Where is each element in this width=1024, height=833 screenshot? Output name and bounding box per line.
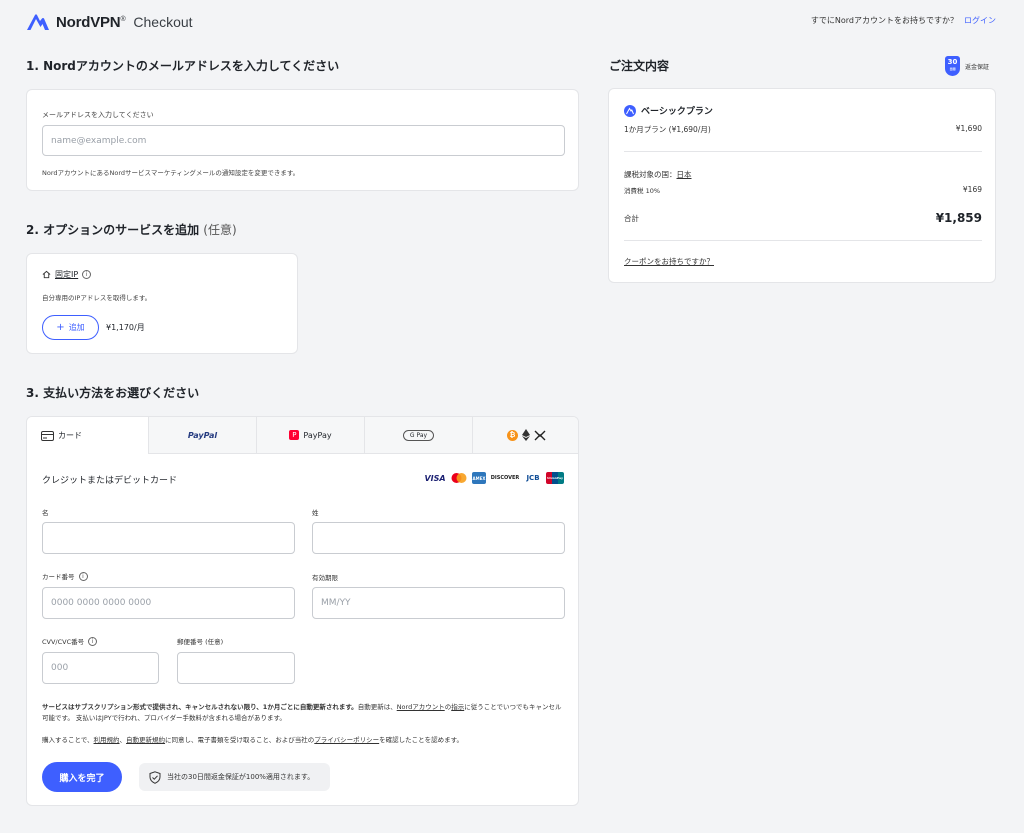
card-number-input[interactable]: 0000 0000 0000 0000 [42,587,295,619]
expiry-input[interactable]: MM/YY [312,587,565,619]
tab-paypay[interactable]: P PayPay [256,417,364,454]
paypal-icon: PayPal [187,430,218,440]
tab-crypto[interactable]: ₿ [472,417,578,454]
tab-paypal[interactable]: PayPal [148,417,256,454]
home-icon [42,270,51,279]
guarantee-shield-icon: 30 日間 [945,56,960,76]
dedicated-ip-card: 固定IP i 自分専用のIPアドレスを取得します。 + 追加 ¥1,170/月 [26,253,298,354]
nordvpn-mountain-icon [27,14,49,30]
privacy-policy-link[interactable]: プライバシーポリシー [314,736,379,744]
nordvpn-logo[interactable]: NordVPN® Checkout [26,10,193,34]
nord-account-link[interactable]: Nordアカウント [397,703,445,711]
tax-country-link[interactable]: 日本 [677,170,692,179]
payment-card: カード PayPal P PayPay G Pay ₿ クレジットまたはデビット… [26,416,579,806]
email-card: メールアドレスを入力してください name@example.com Nordアカ… [26,89,579,191]
dedicated-ip-title: 固定IP i [42,269,92,280]
tax-line: 消費税 10% ¥169 [624,185,982,195]
last-name-label: 姓 [312,509,319,517]
tax-country: 課税対象の国：日本 [624,170,692,179]
info-icon[interactable]: i [78,571,88,581]
divider [624,240,982,241]
purchase-consent: 購入することで、利用規約、自動更新規約に同意し、電子書類を受け取ること、および当… [42,736,464,744]
info-icon[interactable]: i [82,270,92,279]
card-heading: クレジットまたはデビットカード [42,476,178,486]
money-back-guarantee-note: 当社の30日間返金保証が100%適用されます。 [139,763,330,791]
dedicated-ip-name[interactable]: 固定IP [55,269,78,280]
dedicated-ip-price: ¥1,170/月 [106,323,145,332]
complete-purchase-button[interactable]: 購入を完了 [42,762,122,792]
auto-renewal-terms-link[interactable]: 自動更新規約 [126,736,165,744]
jcb-icon: JCB [526,474,540,482]
subscription-terms: サービスはサブスクリプション形式で提供され、キャンセルされない限り、1か月ごとに… [42,703,562,722]
dedicated-ip-description: 自分専用のIPアドレスを取得します。 [42,294,152,302]
expiry-label: 有効期限 [312,574,338,582]
amex-icon: AMEX [472,472,486,484]
plan-line: 1か月プラン (¥1,690/月) ¥1,690 [624,124,982,134]
section-payment-title: 3. 支払い方法をお選びください [26,386,200,400]
login-link[interactable]: ログイン [964,15,996,26]
email-input[interactable]: name@example.com [42,125,565,156]
last-name-input[interactable] [312,522,565,554]
cvv-input[interactable]: 000 [42,652,159,684]
first-name-label: 名 [42,509,49,517]
paypay-icon: P [289,430,300,440]
shield-check-icon [149,770,161,784]
card-brand-logos: VISA AMEX DISCOVER JCB UnionPay [424,472,564,484]
credit-card-icon [41,430,54,441]
plus-icon: + [56,322,65,333]
discover-icon: DISCOVER [490,475,520,481]
add-dedicated-ip-button[interactable]: + 追加 [42,315,99,340]
brand-name: NordVPN® [56,13,126,31]
plan-name: ベーシックプラン [624,104,713,117]
card-number-label: カード番号 i [42,571,88,581]
info-icon[interactable]: i [88,636,98,646]
total-line: 合計 ¥1,859 [624,211,982,225]
unionpay-icon: UnionPay [546,472,564,484]
order-summary-title: ご注文内容 [609,59,670,73]
bitcoin-icon: ₿ [507,429,518,441]
email-note: NordアカウントにあるNordサービスマーケティングメールの通知設定を変更でき… [42,169,300,177]
tab-google-pay[interactable]: G Pay [364,417,472,454]
coupon-link[interactable]: クーポンをお持ちですか？ [624,256,714,267]
brand-subtitle: Checkout [133,14,193,30]
nordvpn-plan-icon [624,104,636,117]
cvv-label: CVV/CVC番号 i [42,636,98,646]
ethereum-icon [522,429,530,441]
google-pay-icon: G Pay [402,429,435,441]
account-prompt: すでにNordアカウントをお持ちですか？ ログイン [810,15,996,26]
first-name-input[interactable] [42,522,295,554]
mastercard-icon [450,472,468,484]
instructions-link[interactable]: 指示 [451,703,464,711]
email-label: メールアドレスを入力してください [42,111,154,119]
postal-code-input[interactable] [177,652,295,684]
postal-code-label: 郵便番号 (任意) [177,638,224,646]
money-back-badge: 30 日間 返金保証 [945,56,989,76]
tab-card[interactable]: カード [27,417,148,454]
divider [624,151,982,152]
visa-icon: VISA [424,473,446,483]
section-email-title: 1. Nordアカウントのメールアドレスを入力してください [26,59,340,73]
order-summary-card: ベーシックプラン 1か月プラン (¥1,690/月) ¥1,690 課税対象の国… [608,88,996,283]
terms-link[interactable]: 利用規約 [94,736,120,744]
ripple-icon [534,430,546,440]
section-addons-title: 2. オプションのサービスを追加 (任意) [26,223,237,237]
payment-method-tabs: カード PayPal P PayPay G Pay ₿ [27,417,578,454]
